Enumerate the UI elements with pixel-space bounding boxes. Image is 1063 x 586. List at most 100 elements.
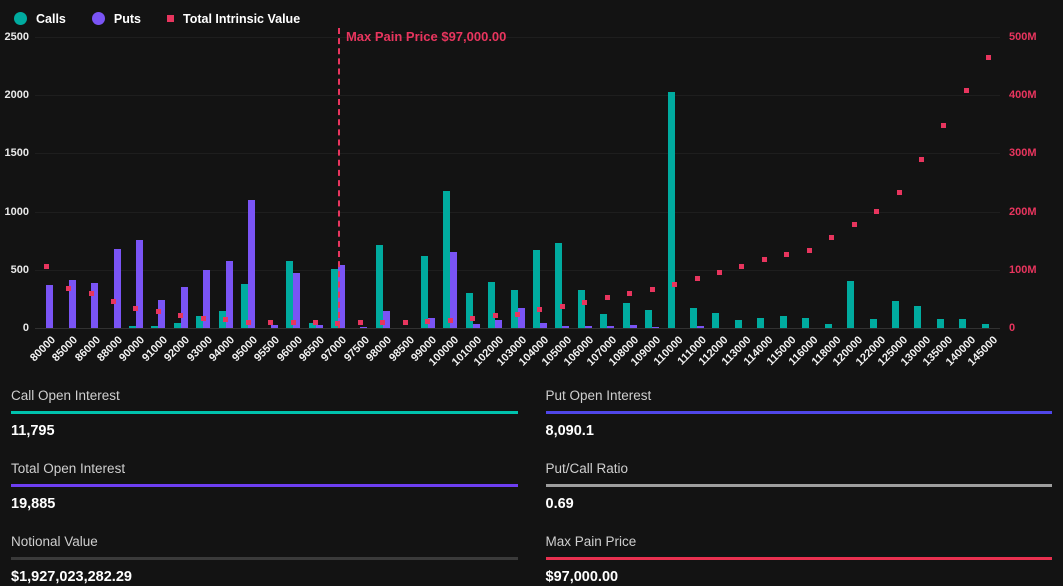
puts-bar[interactable] xyxy=(495,320,502,328)
puts-bar[interactable] xyxy=(607,326,614,328)
total-intrinsic-value-point[interactable] xyxy=(156,309,161,314)
calls-bar[interactable] xyxy=(892,301,899,328)
puts-bar[interactable] xyxy=(585,326,592,328)
calls-bar[interactable] xyxy=(780,316,787,328)
total-intrinsic-value-point[interactable] xyxy=(268,320,273,325)
total-intrinsic-value-point[interactable] xyxy=(89,291,94,296)
total-intrinsic-value-point[interactable] xyxy=(493,313,498,318)
total-intrinsic-value-point[interactable] xyxy=(178,313,183,318)
calls-bar[interactable] xyxy=(712,313,719,328)
calls-bar[interactable] xyxy=(533,250,540,328)
calls-bar[interactable] xyxy=(555,243,562,328)
puts-bar[interactable] xyxy=(697,326,704,328)
puts-bar[interactable] xyxy=(181,287,188,328)
puts-bar[interactable] xyxy=(652,327,659,328)
calls-bar[interactable] xyxy=(600,314,607,328)
total-intrinsic-value-point[interactable] xyxy=(605,295,610,300)
total-intrinsic-value-point[interactable] xyxy=(246,320,251,325)
stat-notional-value: Notional Value$1,927,023,282.29 xyxy=(11,534,518,585)
total-intrinsic-value-point[interactable] xyxy=(66,286,71,291)
puts-bar[interactable] xyxy=(46,285,53,328)
puts-bar[interactable] xyxy=(540,323,547,328)
calls-bar[interactable] xyxy=(645,310,652,328)
total-intrinsic-value-point[interactable] xyxy=(111,299,116,304)
total-intrinsic-value-point[interactable] xyxy=(133,306,138,311)
total-intrinsic-value-point[interactable] xyxy=(829,235,834,240)
calls-bar[interactable] xyxy=(937,319,944,328)
puts-bar[interactable] xyxy=(473,324,480,328)
puts-bar[interactable] xyxy=(91,283,98,328)
total-intrinsic-value-point[interactable] xyxy=(380,320,385,325)
total-intrinsic-value-point[interactable] xyxy=(784,252,789,257)
calls-bar[interactable] xyxy=(690,308,697,328)
total-intrinsic-value-point[interactable] xyxy=(941,123,946,128)
puts-bar[interactable] xyxy=(136,240,143,328)
calls-bar[interactable] xyxy=(802,318,809,328)
total-intrinsic-value-point[interactable] xyxy=(919,157,924,162)
total-intrinsic-value-point[interactable] xyxy=(986,55,991,60)
total-intrinsic-value-point[interactable] xyxy=(807,248,812,253)
total-intrinsic-value-point[interactable] xyxy=(358,320,363,325)
puts-bar[interactable] xyxy=(271,325,278,328)
stat-label: Max Pain Price xyxy=(546,534,1053,549)
total-intrinsic-value-point[interactable] xyxy=(448,318,453,323)
total-intrinsic-value-point[interactable] xyxy=(650,287,655,292)
calls-bar[interactable] xyxy=(376,245,383,328)
legend-item-puts[interactable]: Puts xyxy=(92,12,141,26)
plot-area[interactable]: 00500100M1000200M1500300M2000400M2500500… xyxy=(35,37,1000,328)
total-intrinsic-value-point[interactable] xyxy=(44,264,49,269)
total-intrinsic-value-point[interactable] xyxy=(627,291,632,296)
total-intrinsic-value-point[interactable] xyxy=(515,312,520,317)
puts-bar[interactable] xyxy=(562,326,569,328)
calls-bar[interactable] xyxy=(578,290,585,328)
calls-bar[interactable] xyxy=(331,269,338,328)
calls-bar[interactable] xyxy=(421,256,428,328)
calls-bar[interactable] xyxy=(286,261,293,328)
total-intrinsic-value-point[interactable] xyxy=(291,320,296,325)
total-intrinsic-value-point[interactable] xyxy=(201,316,206,321)
calls-bar[interactable] xyxy=(982,324,989,328)
calls-bar[interactable] xyxy=(488,282,495,328)
total-intrinsic-value-point[interactable] xyxy=(425,319,430,324)
calls-bar[interactable] xyxy=(151,326,158,328)
calls-bar[interactable] xyxy=(825,324,832,328)
total-intrinsic-value-point[interactable] xyxy=(223,317,228,322)
legend-item-calls[interactable]: Calls xyxy=(14,12,66,26)
calls-bar[interactable] xyxy=(735,320,742,328)
legend-item-total-intrinsic-value[interactable]: Total Intrinsic Value xyxy=(167,12,300,26)
calls-bar[interactable] xyxy=(959,319,966,328)
total-intrinsic-value-point[interactable] xyxy=(897,190,902,195)
puts-bar[interactable] xyxy=(248,200,255,328)
total-intrinsic-value-point[interactable] xyxy=(582,300,587,305)
puts-bar[interactable] xyxy=(630,325,637,328)
total-intrinsic-value-point[interactable] xyxy=(695,276,700,281)
calls-bar[interactable] xyxy=(847,281,854,328)
puts-bar[interactable] xyxy=(360,327,367,328)
calls-bar[interactable] xyxy=(443,191,450,328)
total-intrinsic-value-point[interactable] xyxy=(762,257,767,262)
calls-bar[interactable] xyxy=(174,323,181,328)
total-intrinsic-value-point[interactable] xyxy=(717,270,722,275)
calls-bar[interactable] xyxy=(466,293,473,328)
total-intrinsic-value-point[interactable] xyxy=(537,307,542,312)
calls-bar[interactable] xyxy=(129,326,136,328)
options-open-interest-chart: 00500100M1000200M1500300M2000400M2500500… xyxy=(35,37,1000,328)
calls-bar[interactable] xyxy=(623,303,630,328)
total-intrinsic-value-point[interactable] xyxy=(313,320,318,325)
total-intrinsic-value-point[interactable] xyxy=(560,304,565,309)
calls-bar[interactable] xyxy=(668,92,675,328)
total-intrinsic-value-point[interactable] xyxy=(739,264,744,269)
total-intrinsic-value-point[interactable] xyxy=(874,209,879,214)
puts-bar[interactable] xyxy=(450,252,457,328)
calls-bar[interactable] xyxy=(914,306,921,328)
total-intrinsic-value-point[interactable] xyxy=(470,316,475,321)
total-intrinsic-value-point[interactable] xyxy=(852,222,857,227)
total-intrinsic-value-point[interactable] xyxy=(403,320,408,325)
total-intrinsic-value-point[interactable] xyxy=(964,88,969,93)
puts-bar[interactable] xyxy=(114,249,121,328)
total-intrinsic-value-point[interactable] xyxy=(672,282,677,287)
legend-label-tiv: Total Intrinsic Value xyxy=(183,12,300,26)
calls-bar[interactable] xyxy=(757,318,764,328)
calls-bar[interactable] xyxy=(511,290,518,328)
calls-bar[interactable] xyxy=(870,319,877,328)
